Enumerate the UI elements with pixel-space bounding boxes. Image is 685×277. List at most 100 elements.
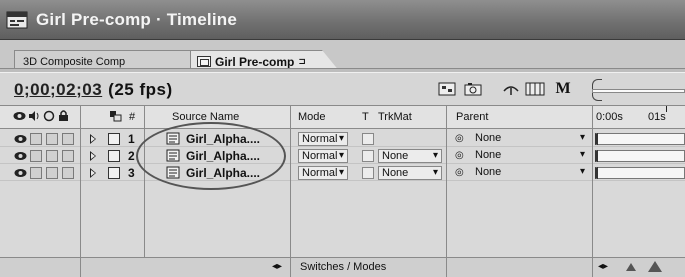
timeline-window-icon <box>6 11 28 29</box>
solo-switch[interactable] <box>46 133 58 145</box>
in-point-handle[interactable] <box>597 133 603 145</box>
window-titlebar: Girl Pre-comp · Timeline <box>0 0 685 40</box>
slider-rail[interactable] <box>592 89 685 93</box>
snapshot-icon[interactable] <box>462 81 484 97</box>
parent-dropdown[interactable]: None <box>472 132 588 146</box>
pickwhip-icon[interactable]: ◎ <box>455 133 464 144</box>
layer-number: 3 <box>128 166 135 180</box>
layer-row[interactable]: 1 Girl_Alpha.... Normal ◎ None <box>0 131 685 147</box>
current-time-display[interactable]: 0;00;02;03 (25 fps) <box>14 80 173 100</box>
video-visibility-icon[interactable] <box>14 167 27 182</box>
in-point-handle[interactable] <box>597 150 603 162</box>
zoom-in-icon[interactable] <box>648 261 662 272</box>
audio-switch[interactable] <box>30 150 42 162</box>
column-divider <box>446 129 447 257</box>
timeline-toolbar: 0;00;02;03 (25 fps) M <box>0 72 685 104</box>
switches-modes-toggle[interactable]: Switches / Modes <box>300 261 386 273</box>
twirl-down-icon[interactable] <box>90 168 96 178</box>
mode-dropdown[interactable]: Normal <box>298 149 348 163</box>
solo-icon[interactable] <box>43 110 55 125</box>
preserve-transparency-checkbox[interactable] <box>362 150 374 162</box>
timecode-value[interactable]: 0;00;02;03 <box>14 80 102 99</box>
pickwhip-icon[interactable]: ◎ <box>455 167 464 178</box>
solo-switch[interactable] <box>46 167 58 179</box>
layer-source-name[interactable]: Girl_Alpha.... <box>186 166 260 180</box>
solo-switch[interactable] <box>46 150 58 162</box>
layer-row[interactable]: 2 Girl_Alpha.... Normal None ◎ None <box>0 148 685 164</box>
layer-number: 2 <box>128 149 135 163</box>
tab-close-icon[interactable]: ⊐ <box>298 56 306 67</box>
ruler-start-label: 0:00s <box>596 111 623 123</box>
audio-switch[interactable] <box>30 167 42 179</box>
lock-switch[interactable] <box>62 150 74 162</box>
layer-label-color[interactable] <box>108 167 120 179</box>
audio-switch[interactable] <box>30 133 42 145</box>
layer-label-color[interactable] <box>108 133 120 145</box>
comp-flowchart-icon[interactable] <box>436 81 458 97</box>
parent-dropdown[interactable]: None <box>472 166 588 180</box>
column-divider[interactable] <box>144 106 145 128</box>
ruler-tick-label: 01s <box>648 111 666 123</box>
expand-collapse-panes-icon[interactable]: ◂▸ <box>272 261 282 272</box>
video-visibility-icon[interactable] <box>14 150 27 165</box>
column-divider <box>592 129 593 257</box>
tab-label: Girl Pre-comp <box>215 54 295 69</box>
frame-rate-label: (25 fps) <box>108 80 173 99</box>
layer-source-name[interactable]: Girl_Alpha.... <box>186 132 260 146</box>
layer-duration-bar[interactable] <box>595 167 685 179</box>
pickwhip-icon[interactable]: ◎ <box>455 150 464 161</box>
twirl-down-icon[interactable] <box>90 134 96 144</box>
footage-icon <box>166 166 180 182</box>
tab-girl-pre-comp[interactable]: Girl Pre-comp ⊐ <box>190 50 340 72</box>
current-time-indicator[interactable] <box>666 106 667 112</box>
expand-collapse-timeline-icon[interactable]: ◂▸ <box>598 261 608 272</box>
footage-icon <box>166 132 180 148</box>
layer-column-headers: # Source Name Mode T TrkMat Parent 0:00s… <box>0 105 685 129</box>
lock-icon[interactable] <box>58 109 69 125</box>
parent-header[interactable]: Parent <box>456 111 488 123</box>
column-divider[interactable] <box>290 106 291 128</box>
composition-icon <box>197 56 211 67</box>
preserve-transparency-header[interactable]: T <box>362 111 369 123</box>
time-zoom-slider[interactable] <box>592 79 685 101</box>
in-point-handle[interactable] <box>597 167 603 179</box>
lock-switch[interactable] <box>62 167 74 179</box>
mode-dropdown[interactable]: Normal <box>298 132 348 146</box>
trkmat-dropdown[interactable]: None <box>378 149 442 163</box>
layer-row[interactable]: 3 Girl_Alpha.... Normal None ◎ None <box>0 165 685 181</box>
preserve-transparency-checkbox[interactable] <box>362 133 374 145</box>
tab-3d-composite-comp[interactable]: 3D Composite Comp <box>14 50 194 72</box>
column-divider[interactable] <box>446 106 447 128</box>
frame-blending-icon[interactable] <box>524 81 546 97</box>
motion-blur-icon[interactable]: M <box>552 80 574 97</box>
parent-dropdown[interactable]: None <box>472 149 588 163</box>
eye-icon[interactable] <box>13 110 26 125</box>
timeline-footer: ◂▸ Switches / Modes ◂▸ <box>0 257 685 277</box>
twirl-down-icon[interactable] <box>90 151 96 161</box>
draft-3d-icon[interactable] <box>500 81 522 97</box>
window-title: Girl Pre-comp · Timeline <box>36 9 237 29</box>
audio-icon[interactable] <box>28 110 40 125</box>
footage-icon <box>166 149 180 165</box>
track-matte-header[interactable]: TrkMat <box>378 111 412 123</box>
zoom-out-icon[interactable] <box>626 263 636 271</box>
column-divider[interactable] <box>80 106 81 128</box>
video-visibility-icon[interactable] <box>14 133 27 148</box>
mode-header[interactable]: Mode <box>298 111 326 123</box>
layer-label-color[interactable] <box>108 150 120 162</box>
label-icon[interactable] <box>109 110 122 125</box>
column-divider[interactable] <box>592 106 593 128</box>
column-divider <box>592 258 593 277</box>
mode-dropdown[interactable]: Normal <box>298 166 348 180</box>
layer-source-name[interactable]: Girl_Alpha.... <box>186 149 260 163</box>
source-name-header[interactable]: Source Name <box>172 111 239 123</box>
layer-number-header[interactable]: # <box>129 111 135 123</box>
layer-duration-bar[interactable] <box>595 150 685 162</box>
lock-switch[interactable] <box>62 133 74 145</box>
column-divider <box>80 258 81 277</box>
preserve-transparency-checkbox[interactable] <box>362 167 374 179</box>
layer-duration-bar[interactable] <box>595 133 685 145</box>
column-divider <box>290 129 291 257</box>
column-divider <box>80 129 81 257</box>
trkmat-dropdown[interactable]: None <box>378 166 442 180</box>
